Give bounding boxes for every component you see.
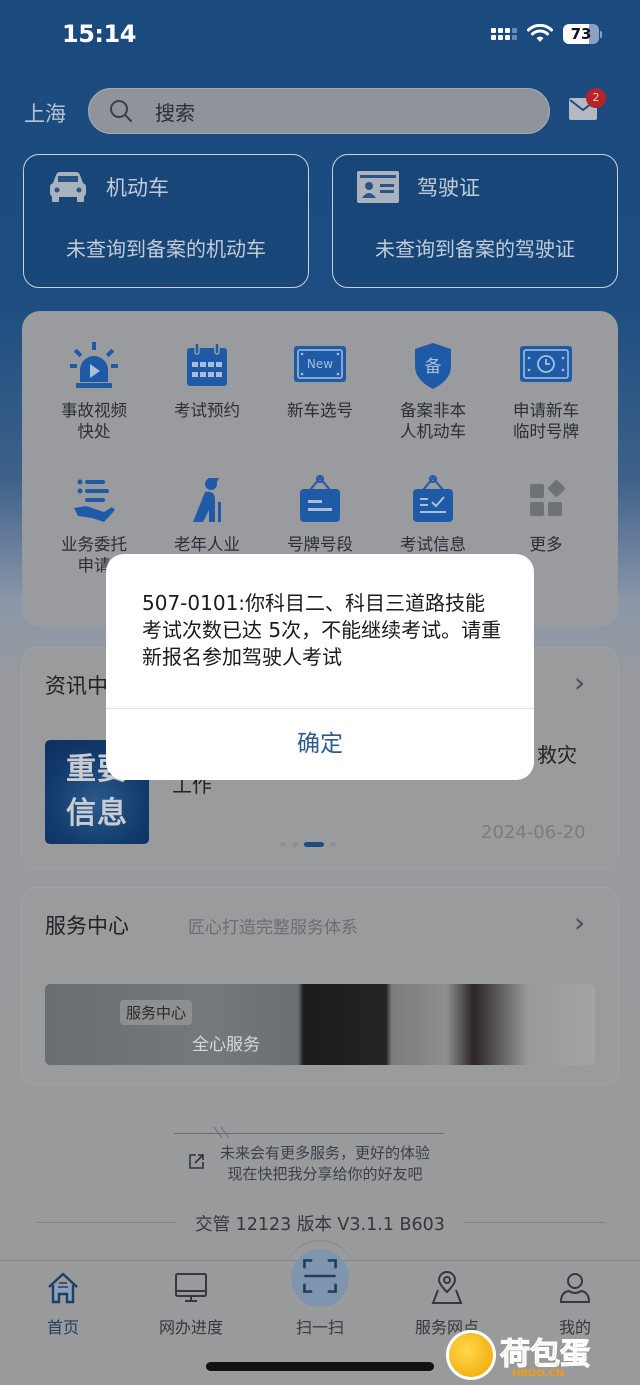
slash-decoration-icon [213,1126,230,1139]
service-elderly[interactable]: 老年人业 [151,474,263,555]
service-center-title: 服务中心 [45,914,129,938]
city-selector[interactable]: 上海 [24,98,66,128]
share-prompt[interactable]: 未来会有更多服务，更好的体验 现在快把我分享给你的好友吧 [220,1143,430,1185]
tab-label: 网办进度 [158,1318,223,1337]
battery-indicator: 73 [563,24,602,44]
cellular-signal-icon [491,28,517,40]
home-indicator [206,1362,434,1371]
service-label-line2: 快处 [77,422,111,441]
license-card-subtitle: 未查询到备案的驾驶证 [375,237,575,261]
watermark-url: HBDO.CN [512,1368,565,1379]
exam-sign-icon [413,475,453,522]
banner-caption: 全心服务 [192,1035,260,1055]
share-icon[interactable] [188,1152,206,1170]
monitor-icon [175,1273,207,1302]
vehicle-card[interactable]: 机动车 未查询到备案的机动车 [23,154,309,288]
service-new-plate[interactable]: New 新车选号 [264,340,376,421]
news-date: 2024-06-20 [481,822,586,843]
service-more[interactable]: 更多 [490,474,602,555]
new-plate-icon: New [294,346,346,382]
service-exam-info[interactable]: 考试信息 [377,474,489,555]
watermark: 荷包蛋 HBDO.CN [446,1330,591,1380]
home-icon [48,1272,78,1304]
watermark-mascot-icon [446,1330,496,1380]
confirm-button[interactable]: 确定 [106,709,534,780]
more-grid-icon [530,480,565,516]
id-card-icon [357,171,399,203]
search-icon [110,100,133,123]
service-label-line1: 考试信息 [400,535,466,554]
service-label-line1: 业务委托 [61,535,127,554]
map-pin-icon [431,1271,463,1304]
elderly-icon [193,478,221,522]
vehicle-card-subtitle: 未查询到备案的机动车 [66,237,266,261]
news-chevron-right-icon[interactable]: › [574,666,585,699]
service-exam-booking[interactable]: 考试预约 [151,340,263,421]
service-label-line1: 考试预约 [174,401,240,420]
tab-home[interactable]: 首页 [13,1270,113,1338]
service-accident-video[interactable]: 事故视频 快处 [38,340,150,442]
banner-tag: 服务中心 [120,1000,193,1025]
new-plate-badge: New [307,357,333,371]
vehicle-card-title: 机动车 [106,176,169,200]
search-placeholder: 搜索 [155,100,195,125]
watermark-text: 荷包蛋 [500,1337,591,1372]
search-input[interactable]: 搜索 [88,88,550,134]
page-dot-active [304,842,324,847]
calendar-icon [187,342,227,386]
service-non-owner-vehicle[interactable]: 备 备案非本人机动车 [377,340,489,442]
shield-icon: 备 [415,343,451,389]
tab-mine[interactable]: 我的 [525,1270,625,1338]
service-label-line1: 事故视频 [61,401,127,420]
service-label-line1: 更多 [529,535,563,554]
app-version: 交管 12123 版本 V3.1.1 B603 [195,1215,445,1235]
service-label-line1: 老年人业 [174,535,240,554]
alert-dialog: 507-0101:你科目二、科目三道路技能考试次数已达 5次，不能继续考试。请重… [106,554,534,780]
mail-badge: 2 [586,88,606,108]
service-label-line2: 临时号牌 [513,422,579,441]
service-temp-plate[interactable]: 申请新车 临时号牌 [490,340,602,442]
service-label-line1: 备案非本 [400,401,466,420]
wifi-icon [527,24,553,42]
plate-sign-icon [300,475,340,522]
service-label-line1: 申请新车 [513,401,579,420]
page-dot [330,842,336,847]
hand-list-icon [74,479,115,522]
car-icon [50,172,86,202]
user-icon [559,1273,591,1303]
status-icons: 73 [491,24,602,44]
tab-label: 扫一扫 [295,1318,344,1337]
page-dot [280,842,286,847]
status-time: 15:14 [62,20,136,48]
service-label-line2: 人机动车 [400,422,466,441]
scan-icon [303,1259,337,1293]
license-card[interactable]: 驾驶证 未查询到备案的驾驶证 [332,154,618,288]
service-center-subtitle: 匠心打造完整服务体系 [188,918,358,938]
shield-badge: 备 [425,357,442,377]
tab-progress[interactable]: 网办进度 [141,1270,241,1338]
siren-video-icon [70,342,118,388]
news-pagination-dots [280,842,336,847]
battery-level: 73 [563,24,599,44]
tab-label: 首页 [46,1318,79,1337]
service-label-line1: 号牌号段 [287,535,353,554]
license-card-title: 驾驶证 [417,176,480,200]
service-label-line1: 新车选号 [287,401,353,420]
alert-message: 507-0101:你科目二、科目三道路技能考试次数已达 5次，不能继续考试。请重… [142,591,502,669]
service-plate-range[interactable]: 号牌号段 [264,474,376,555]
tab-service-points[interactable]: 服务网点 [397,1270,497,1338]
page-dot [292,842,298,847]
temp-plate-icon [520,346,572,382]
service-center-chevron-right-icon[interactable]: › [574,906,585,939]
tab-scan[interactable]: 扫一扫 [270,1256,370,1338]
